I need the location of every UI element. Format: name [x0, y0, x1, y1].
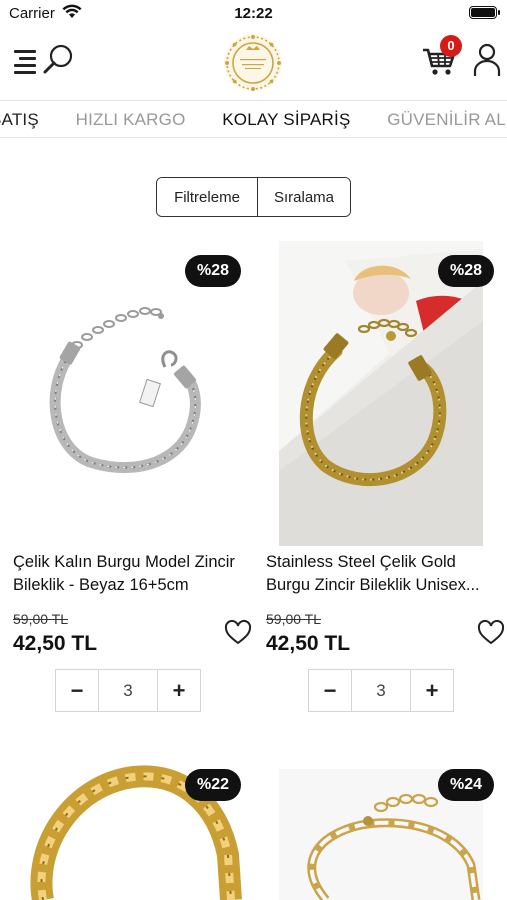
price: 42,50 TL	[13, 632, 98, 655]
menu-button[interactable]	[10, 50, 36, 74]
heart-icon[interactable]	[223, 618, 253, 648]
product-title[interactable]: Çelik Kalın Burgu Model Zincir Bileklik …	[13, 551, 251, 597]
minus-icon[interactable]: −	[309, 670, 351, 711]
plus-icon[interactable]: +	[158, 670, 200, 711]
info-marquee: SATIŞ HIZLI KARGO KOLAY SİPARİŞ GÜVENİLİ…	[0, 101, 507, 138]
marquee-item: HIZLI KARGO	[75, 110, 186, 129]
discount-badge: %22	[184, 769, 241, 801]
plus-icon[interactable]: +	[411, 670, 453, 711]
discount-badge: %28	[184, 255, 241, 287]
minus-icon[interactable]: −	[56, 670, 98, 711]
brand-logo[interactable]	[222, 32, 284, 94]
marquee-item: GÜVENİLİR ALIŞVERİŞ	[387, 110, 507, 129]
app-header: 0	[0, 28, 507, 100]
status-bar: Carrier 12:22	[0, 0, 507, 28]
clock: 12:22	[234, 5, 273, 22]
quantity-stepper: − +	[308, 669, 454, 712]
product-image[interactable]: %24	[266, 755, 506, 900]
discount-badge: %28	[437, 255, 494, 287]
old-price: 59,00 TL	[13, 611, 69, 627]
product-image[interactable]: %22	[13, 755, 253, 900]
menu-icon	[14, 50, 36, 53]
filter-sort-group: Filtreleme Sıralama	[156, 177, 351, 217]
heart-icon[interactable]	[476, 618, 506, 648]
product-card[interactable]: %24	[266, 755, 506, 900]
product-image[interactable]: %28	[266, 241, 506, 546]
old-price: 59,00 TL	[266, 611, 322, 627]
discount-badge: %24	[437, 769, 494, 801]
search-icon[interactable]	[40, 42, 76, 78]
user-icon[interactable]	[472, 42, 502, 78]
quantity-input[interactable]	[98, 670, 158, 711]
cart-count-badge: 0	[440, 35, 462, 57]
price: 42,50 TL	[266, 632, 351, 655]
marquee-item: SATIŞ	[0, 110, 39, 129]
product-card[interactable]: %22	[13, 755, 253, 900]
quantity-stepper: − +	[55, 669, 201, 712]
quantity-input[interactable]	[351, 670, 411, 711]
marquee-item: KOLAY SİPARİŞ	[222, 110, 351, 129]
product-title[interactable]: Stainless Steel Çelik Gold Burgu Zincir …	[266, 551, 504, 597]
filter-button[interactable]: Filtreleme	[157, 178, 258, 216]
product-image[interactable]: %28	[13, 241, 253, 546]
battery-icon	[469, 6, 500, 19]
sort-button[interactable]: Sıralama	[258, 178, 350, 216]
